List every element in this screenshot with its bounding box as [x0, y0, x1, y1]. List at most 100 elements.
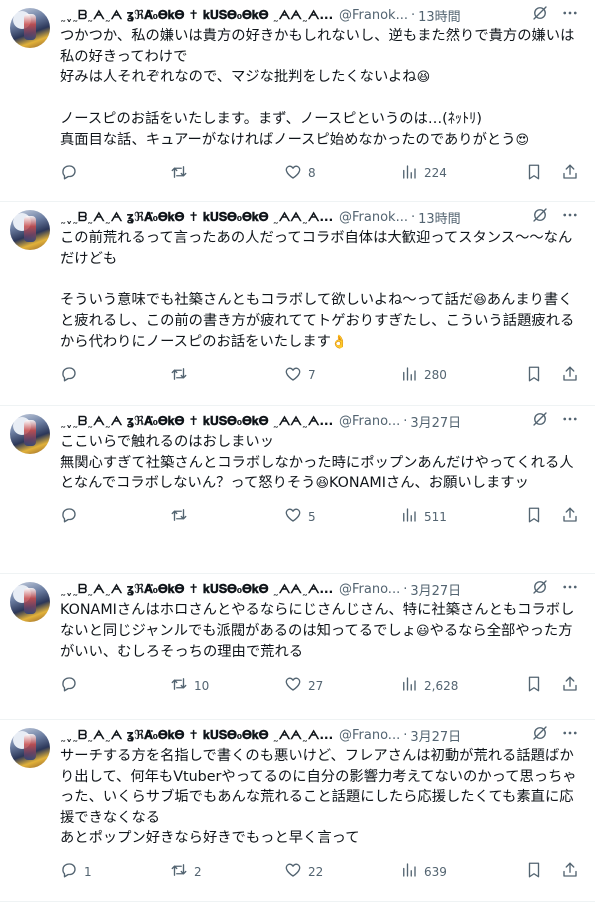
- avatar[interactable]: [10, 210, 50, 250]
- emoji-2: 👌: [330, 334, 348, 350]
- bookmark-icon[interactable]: [525, 365, 543, 386]
- views-button[interactable]: 511: [400, 506, 524, 527]
- avatar[interactable]: [10, 582, 50, 622]
- views-count: 280: [424, 368, 447, 382]
- retweet-button[interactable]: [170, 365, 284, 386]
- reply-button[interactable]: [60, 365, 170, 386]
- avatar-column: [10, 206, 60, 405]
- avatar-column: [10, 724, 60, 901]
- grok-icon[interactable]: [531, 410, 549, 432]
- reply-button[interactable]: [60, 675, 170, 696]
- reply-button[interactable]: 1: [60, 861, 170, 882]
- like-button[interactable]: 27: [284, 675, 400, 696]
- avatar-column: [10, 578, 60, 719]
- user-handle[interactable]: @Franok...: [339, 210, 408, 225]
- grok-icon[interactable]: [531, 578, 549, 600]
- share-icon[interactable]: [561, 861, 579, 882]
- more-icon[interactable]: [561, 206, 579, 228]
- grok-icon[interactable]: [531, 4, 549, 26]
- more-icon[interactable]: [561, 724, 579, 746]
- action-bar: 1 2 22 639: [60, 856, 579, 888]
- user-handle[interactable]: @Frano...: [339, 414, 400, 429]
- views-button[interactable]: 2,628: [400, 675, 524, 696]
- display-name[interactable]: ˷ˬ˷ᗷ˷ᗅ˷ᗅ ʓℜ𝐀̈₀𝚯𝐤𝚯 ✝ 𝐤𝐔𝐒𝚯₀𝚯𝐤𝚯 ˷ᗅᗅ˷ᗅ...: [60, 727, 333, 743]
- avatar[interactable]: [10, 728, 50, 768]
- retweet-button[interactable]: 2: [170, 861, 284, 882]
- tweet-content: ˷ˬ˷ᗷ˷ᗅ˷ᗅ ʓℜ𝐀̈₀𝚯𝐤𝚯 ✝ 𝐤𝐔𝐒𝚯₀𝚯𝐤𝚯 ˷ᗅᗅ˷ᗅ... @F…: [60, 724, 579, 901]
- end-actions: [525, 365, 579, 386]
- reply-button[interactable]: [60, 506, 170, 527]
- more-icon[interactable]: [561, 410, 579, 432]
- more-icon[interactable]: [561, 578, 579, 600]
- tweet[interactable]: ˷ˬ˷ᗷ˷ᗅ˷ᗅ ʓℜ𝐀̈₀𝚯𝐤𝚯 ✝ 𝐤𝐔𝐒𝚯₀𝚯𝐤𝚯 ˷ᗅᗅ˷ᗅ... @F…: [0, 574, 595, 720]
- share-icon[interactable]: [561, 365, 579, 386]
- like-count: 27: [308, 678, 324, 693]
- share-icon[interactable]: [561, 675, 579, 696]
- like-button[interactable]: 7: [284, 365, 400, 386]
- retweet-button[interactable]: [170, 506, 284, 527]
- bookmark-icon[interactable]: [525, 506, 543, 527]
- timeline-feed: ˷ˬ˷ᗷ˷ᗅ˷ᗅ ʓℜ𝐀̈₀𝚯𝐤𝚯 ✝ 𝐤𝐔𝐒𝚯₀𝚯𝐤𝚯 ˷ᗅᗅ˷ᗅ... @F…: [0, 0, 595, 902]
- views-count: 2,628: [424, 678, 459, 693]
- display-name[interactable]: ˷ˬ˷ᗷ˷ᗅ˷ᗅ ʓℜ𝐀̈₀𝚯𝐤𝚯 ✝ 𝐤𝐔𝐒𝚯₀𝚯𝐤𝚯 ˷ᗅᗅ˷ᗅ...: [60, 581, 333, 597]
- display-name[interactable]: ˷ˬ˷ᗷ˷ᗅ˷ᗅ ʓℜ𝐀̈₀𝚯𝐤𝚯 ✝ 𝐤𝐔𝐒𝚯₀𝚯𝐤𝚯 ˷ᗅᗅ˷ᗅ...: [60, 209, 333, 225]
- avatar[interactable]: [10, 8, 50, 48]
- header-icons: [531, 206, 579, 228]
- like-count: 7: [308, 368, 316, 382]
- user-handle[interactable]: @Franok...: [339, 8, 408, 23]
- share-icon[interactable]: [561, 506, 579, 527]
- reply-button[interactable]: [60, 163, 170, 184]
- header-icons: [531, 724, 579, 746]
- tweet-content: ˷ˬ˷ᗷ˷ᗅ˷ᗅ ʓℜ𝐀̈₀𝚯𝐤𝚯 ✝ 𝐤𝐔𝐒𝚯₀𝚯𝐤𝚯 ˷ᗅᗅ˷ᗅ... @F…: [60, 4, 579, 201]
- like-button[interactable]: 5: [284, 506, 400, 527]
- tweet[interactable]: ˷ˬ˷ᗷ˷ᗅ˷ᗅ ʓℜ𝐀̈₀𝚯𝐤𝚯 ✝ 𝐤𝐔𝐒𝚯₀𝚯𝐤𝚯 ˷ᗅᗅ˷ᗅ... @F…: [0, 0, 595, 202]
- views-count: 639: [424, 864, 447, 879]
- reply-icon: [60, 365, 78, 386]
- like-button[interactable]: 8: [284, 163, 400, 184]
- timestamp[interactable]: 13時間: [418, 208, 461, 227]
- tweet[interactable]: ˷ˬ˷ᗷ˷ᗅ˷ᗅ ʓℜ𝐀̈₀𝚯𝐤𝚯 ✝ 𝐤𝐔𝐒𝚯₀𝚯𝐤𝚯 ˷ᗅᗅ˷ᗅ... @F…: [0, 720, 595, 902]
- timestamp[interactable]: 3月27日: [410, 412, 461, 431]
- avatar-column: [10, 4, 60, 201]
- display-name[interactable]: ˷ˬ˷ᗷ˷ᗅ˷ᗅ ʓℜ𝐀̈₀𝚯𝐤𝚯 ✝ 𝐤𝐔𝐒𝚯₀𝚯𝐤𝚯 ˷ᗅᗅ˷ᗅ...: [60, 7, 333, 23]
- timestamp[interactable]: 13時間: [418, 6, 461, 25]
- user-handle[interactable]: @Frano...: [339, 728, 400, 743]
- timestamp[interactable]: 3月27日: [410, 726, 461, 745]
- retweet-button[interactable]: 10: [170, 675, 284, 696]
- views-button[interactable]: 639: [400, 861, 524, 882]
- tweet-content: ˷ˬ˷ᗷ˷ᗅ˷ᗅ ʓℜ𝐀̈₀𝚯𝐤𝚯 ✝ 𝐤𝐔𝐒𝚯₀𝚯𝐤𝚯 ˷ᗅᗅ˷ᗅ... @F…: [60, 410, 579, 573]
- views-count: 224: [424, 166, 447, 180]
- share-icon[interactable]: [561, 163, 579, 184]
- like-button[interactable]: 22: [284, 861, 400, 882]
- separator-dot: ·: [410, 7, 416, 23]
- grok-icon[interactable]: [531, 724, 549, 746]
- bookmark-icon[interactable]: [525, 861, 543, 882]
- views-button[interactable]: 280: [400, 365, 524, 386]
- tweet[interactable]: ˷ˬ˷ᗷ˷ᗅ˷ᗅ ʓℜ𝐀̈₀𝚯𝐤𝚯 ✝ 𝐤𝐔𝐒𝚯₀𝚯𝐤𝚯 ˷ᗅᗅ˷ᗅ... @F…: [0, 406, 595, 574]
- views-button[interactable]: 224: [400, 163, 524, 184]
- emoji-2: 😍: [515, 132, 530, 148]
- user-handle[interactable]: @Frano...: [339, 582, 400, 597]
- timestamp[interactable]: 3月27日: [410, 580, 461, 599]
- tweet-header: ˷ˬ˷ᗷ˷ᗅ˷ᗅ ʓℜ𝐀̈₀𝚯𝐤𝚯 ✝ 𝐤𝐔𝐒𝚯₀𝚯𝐤𝚯 ˷ᗅᗅ˷ᗅ... @F…: [60, 206, 579, 228]
- tweet[interactable]: ˷ˬ˷ᗷ˷ᗅ˷ᗅ ʓℜ𝐀̈₀𝚯𝐤𝚯 ✝ 𝐤𝐔𝐒𝚯₀𝚯𝐤𝚯 ˷ᗅᗅ˷ᗅ... @F…: [0, 202, 595, 406]
- tweet-text: この前荒れるって言ったあの人だってコラボ自体は大歓迎ってスタンス～～なんだけども…: [60, 228, 579, 353]
- tweet-text-part-1: サーチする方を名指しで書くのも悪いけど、フレアさんは初動が荒れる話題ばかり出して…: [60, 748, 577, 846]
- retweet-count: 10: [194, 678, 210, 693]
- emoji-1: 😆: [416, 70, 431, 85]
- reply-icon: [60, 861, 78, 882]
- avatar[interactable]: [10, 414, 50, 454]
- end-actions: [525, 675, 579, 696]
- like-count: 8: [308, 166, 316, 180]
- separator-dot: ·: [403, 727, 408, 743]
- bookmark-icon[interactable]: [525, 163, 543, 184]
- retweet-button[interactable]: [170, 163, 284, 184]
- tweet-text: サーチする方を名指しで書くのも悪いけど、フレアさんは初動が荒れる話題ばかり出して…: [60, 746, 579, 850]
- bookmark-icon[interactable]: [525, 675, 543, 696]
- tweet-text: KONAMIさんはホロさんとやるならにじさんじさん、特に社築さんともコラボしない…: [60, 600, 579, 664]
- display-name[interactable]: ˷ˬ˷ᗷ˷ᗅ˷ᗅ ʓℜ𝐀̈₀𝚯𝐤𝚯 ✝ 𝐤𝐔𝐒𝚯₀𝚯𝐤𝚯 ˷ᗅᗅ˷ᗅ...: [60, 413, 333, 429]
- grok-icon[interactable]: [531, 206, 549, 228]
- more-icon[interactable]: [561, 4, 579, 26]
- reply-icon: [60, 163, 78, 184]
- header-icons: [531, 578, 579, 600]
